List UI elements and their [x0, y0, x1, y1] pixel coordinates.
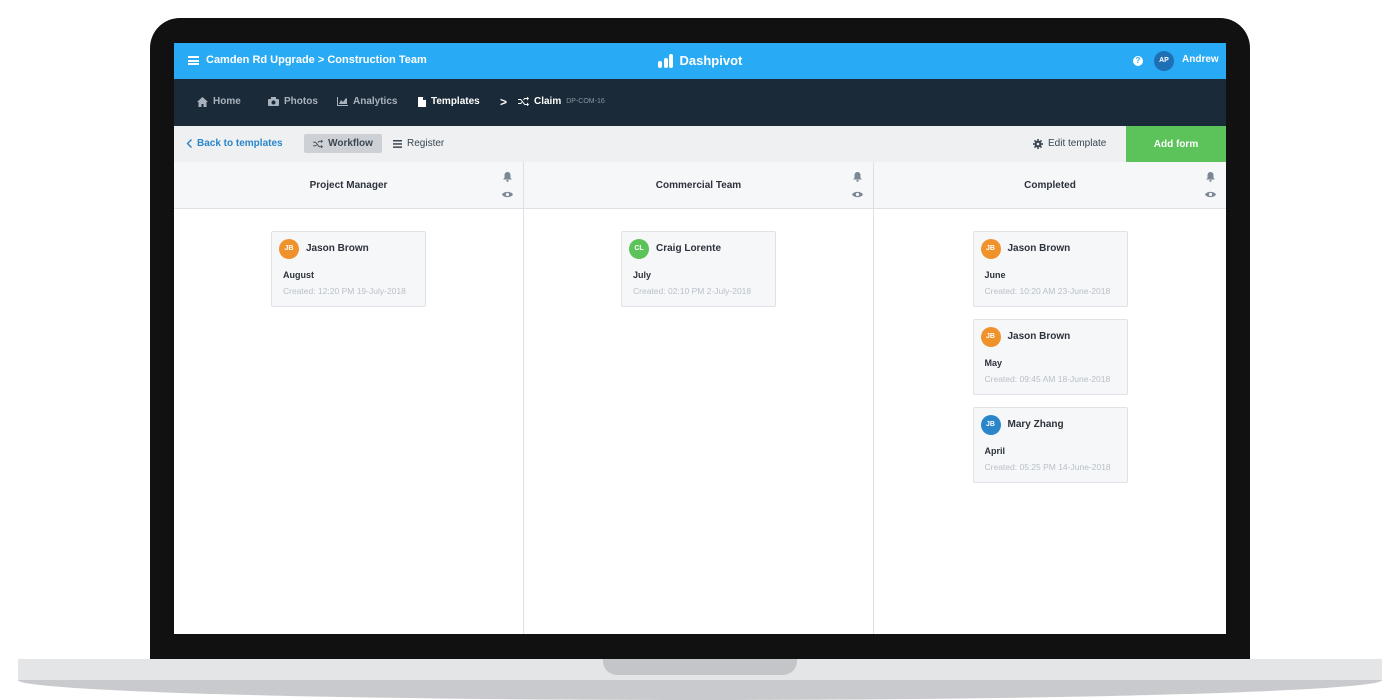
chevron-left-icon [186, 139, 192, 148]
laptop-base-lower [18, 680, 1382, 700]
column-title: Commercial Team [655, 180, 742, 191]
user-avatar[interactable]: AP [1154, 51, 1174, 71]
edit-template-label: Edit template [1048, 138, 1107, 149]
column-header: Project Manager [174, 162, 523, 209]
add-form-button[interactable]: Add form [1126, 126, 1226, 162]
register-label: Register [407, 138, 445, 149]
app-screen: Camden Rd Upgrade > Construction Team Da… [174, 43, 1226, 634]
workflow-column: Project Manager JB Jason Brown August Cr… [174, 162, 524, 634]
card-period: May [984, 358, 1003, 368]
back-to-templates-link[interactable]: Back to templates [186, 138, 283, 149]
column-title: Project Manager [309, 180, 388, 191]
card-avatar: CL [629, 239, 649, 259]
gear-icon [1033, 138, 1043, 149]
home-icon [197, 96, 208, 107]
bell-icon[interactable] [1206, 172, 1215, 182]
register-view-button[interactable]: Register [393, 138, 444, 149]
card-period: July [633, 270, 652, 280]
eye-icon[interactable] [1205, 191, 1216, 198]
edit-template-button[interactable]: Edit template [1033, 138, 1106, 149]
nav-item-home[interactable]: Home [197, 96, 241, 107]
card-created: Created: 02:10 PM 2-July-2018 [633, 286, 752, 296]
card-avatar: JB [980, 327, 1001, 347]
card-list: CL Craig Lorente July Created: 02:10 PM … [524, 209, 873, 319]
card-created: Created: 05:25 PM 14-June-2018 [984, 462, 1111, 472]
nav-item-analytics[interactable]: Analytics [337, 96, 397, 107]
dashpivot-logo-icon [658, 53, 675, 68]
card-avatar: JB [279, 239, 299, 259]
workflow-column: Commercial Team CL Craig Lorente July Cr… [524, 162, 874, 634]
project-path[interactable]: Camden Rd Upgrade > Construction Team [206, 54, 427, 66]
shuffle-icon [313, 139, 323, 148]
brand-logo: Dashpivot [658, 53, 742, 68]
nav-label-analytics: Analytics [353, 96, 398, 107]
form-card[interactable]: JB Jason Brown May Created: 09:45 AM 18-… [972, 319, 1128, 395]
laptop-notch [603, 659, 797, 675]
nav-label-templates: Templates [431, 96, 480, 107]
form-card[interactable]: JB Jason Brown August Created: 12:20 PM … [271, 231, 426, 307]
template-code: DP-COM-16 [566, 98, 605, 105]
card-created: Created: 12:20 PM 19-July-2018 [283, 286, 406, 296]
workflow-label: Workflow [328, 138, 373, 149]
main-nav: Home Photos Analytics Templates > Claim … [174, 79, 1226, 126]
nav-item-templates[interactable]: Templates [418, 96, 480, 107]
workflow-view-button[interactable]: Workflow [304, 134, 382, 153]
card-avatar: JB [980, 239, 1001, 259]
shuffle-icon [518, 97, 529, 106]
card-created: Created: 09:45 AM 18-June-2018 [984, 374, 1111, 384]
eye-icon[interactable] [852, 191, 863, 198]
card-created: Created: 10:20 AM 23-June-2018 [984, 286, 1111, 296]
form-card[interactable]: CL Craig Lorente July Created: 02:10 PM … [621, 231, 776, 307]
card-author: Mary Zhang [1007, 419, 1064, 430]
form-card[interactable]: JB Jason Brown June Created: 10:20 AM 23… [972, 231, 1128, 307]
breadcrumb-chevron-icon: > [500, 95, 508, 109]
column-header: Commercial Team [524, 162, 873, 209]
column-header: Completed [874, 162, 1226, 209]
card-list: JB Jason Brown June Created: 10:20 AM 23… [874, 209, 1226, 495]
card-author: Craig Lorente [656, 243, 722, 254]
top-bar: Camden Rd Upgrade > Construction Team Da… [174, 43, 1226, 79]
toolbar: Back to templates Workflow Register Edit… [174, 126, 1226, 162]
bell-icon[interactable] [853, 172, 862, 182]
card-period: April [984, 446, 1006, 456]
document-icon [418, 96, 426, 107]
bell-icon[interactable] [503, 172, 512, 182]
form-card[interactable]: JB Mary Zhang April Created: 05:25 PM 14… [972, 407, 1128, 483]
user-name[interactable]: Andrew [1182, 54, 1219, 65]
back-label: Back to templates [197, 138, 283, 149]
card-author: Jason Brown [1007, 331, 1071, 342]
workflow-column: Completed JB Jason Brown June Created: 1… [874, 162, 1226, 634]
current-template-name: Claim [534, 96, 562, 107]
nav-label-photos: Photos [284, 96, 318, 107]
card-list: JB Jason Brown August Created: 12:20 PM … [174, 209, 523, 319]
column-title: Completed [1024, 180, 1076, 191]
eye-icon[interactable] [502, 191, 513, 198]
hamburger-menu-icon[interactable] [188, 56, 199, 65]
nav-item-current-template[interactable]: Claim DP-COM-16 [518, 96, 605, 107]
camera-icon [268, 97, 279, 106]
list-icon [393, 139, 402, 148]
card-author: Jason Brown [306, 243, 369, 254]
nav-label-home: Home [213, 96, 241, 107]
card-avatar: JB [980, 415, 1001, 435]
chart-icon [337, 97, 348, 106]
card-period: June [984, 270, 1006, 280]
workflow-board: Project Manager JB Jason Brown August Cr… [174, 162, 1226, 634]
card-author: Jason Brown [1007, 243, 1071, 254]
brand-name: Dashpivot [679, 53, 743, 68]
card-period: August [283, 270, 314, 280]
help-icon[interactable]: ? [1133, 56, 1143, 66]
nav-item-photos[interactable]: Photos [268, 96, 318, 107]
